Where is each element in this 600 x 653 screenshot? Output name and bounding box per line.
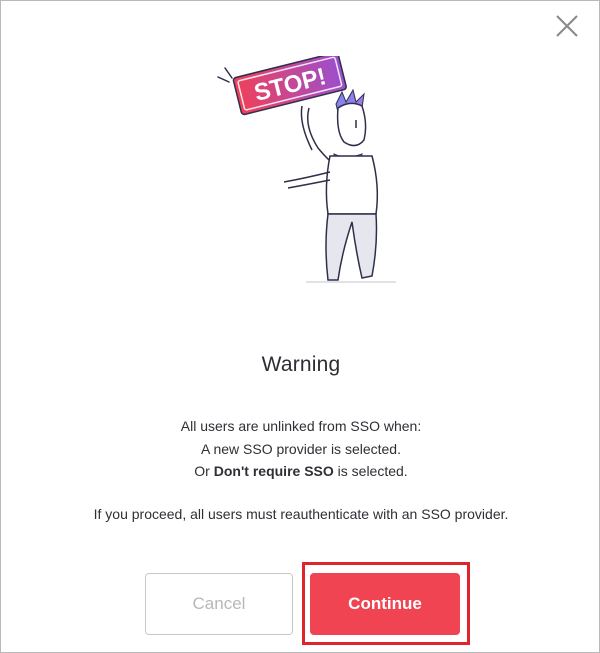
message-line-3: Or Don't require SSO is selected. — [1, 460, 600, 483]
close-icon — [556, 15, 578, 37]
cancel-button[interactable]: Cancel — [145, 573, 293, 635]
message-line-3-suffix: is selected. — [333, 463, 408, 479]
message-line-2: A new SSO provider is selected. — [201, 440, 401, 457]
proceed-warning-text: If you proceed, all users must reauthent… — [93, 506, 509, 522]
dialog-title: Warning — [261, 353, 341, 376]
close-button[interactable] — [553, 12, 581, 40]
continue-button[interactable]: Continue — [310, 573, 460, 635]
stop-sign: STOP! — [232, 56, 347, 116]
motion-lines — [217, 67, 233, 83]
message-line-3-prefix: Or — [194, 463, 214, 479]
message-line-1: All users are unlinked from SSO when: — [180, 418, 422, 434]
dialog-message: All users are unlinked from SSO when: A … — [1, 415, 600, 483]
dont-require-sso-text: Don't require SSO — [213, 463, 334, 479]
stop-sign-illustration: STOP! — [217, 56, 396, 283]
warning-dialog: STOP! Warning All users are unlinked fro… — [0, 0, 600, 653]
